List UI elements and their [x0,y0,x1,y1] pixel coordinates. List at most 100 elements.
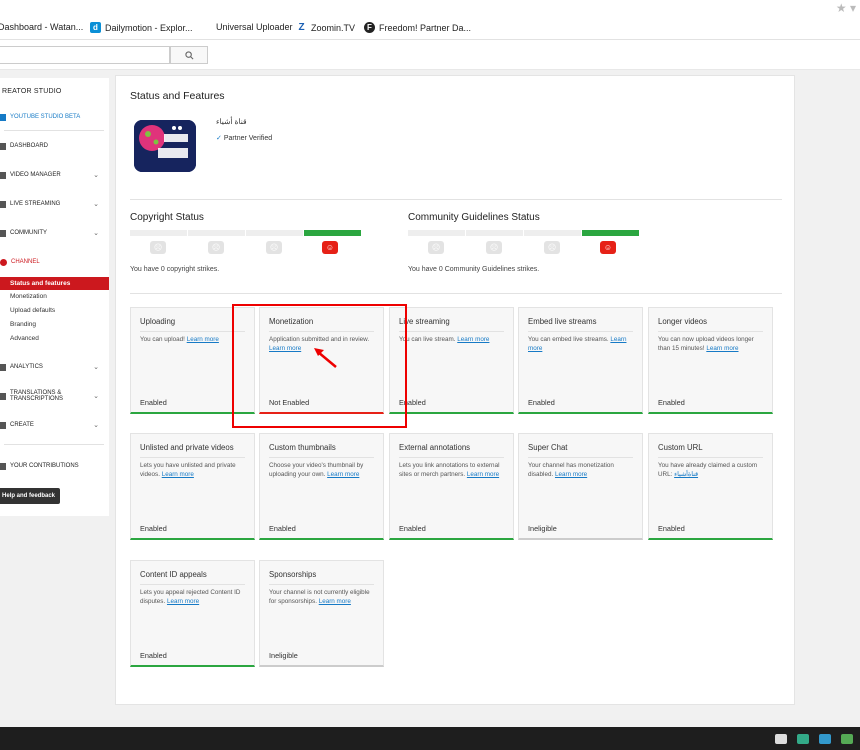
feature-status: Ineligible [528,524,557,533]
sidebar-item-dashboard[interactable]: DASHBOARD [0,139,109,153]
chevron-down-icon: ⌄ [93,422,99,429]
sidebar-item-live-streaming[interactable]: LIVE STREAMING ⌄ [0,197,109,211]
learn-more-link[interactable]: Learn more [555,471,587,478]
feature-title: External annotations [399,443,471,452]
network-icon[interactable] [797,734,809,744]
sidebar-title: REATOR STUDIO [2,88,62,95]
learn-more-link[interactable]: Learn more [467,471,499,478]
checkmark-icon: ✓ [216,135,222,142]
bookmark-dailymotion[interactable]: d Dailymotion - Explor... [90,22,193,33]
live-streaming-icon [0,200,6,208]
bookmark-freedom[interactable]: F Freedom! Partner Da... [364,22,471,33]
bookmarks-bar: Dashboard - Watan... d Dailymotion - Exp… [0,18,860,40]
help-and-feedback-button[interactable]: Help and feedback [0,488,60,504]
feature-divider [658,457,763,458]
chevron-down-icon: ⌄ [93,230,99,237]
sidebar-divider [4,130,104,131]
feature-status: Enabled [658,524,685,533]
feature-status: Enabled [140,524,167,533]
bookmark-label: Zoomin.TV [311,22,356,33]
channel-avatar[interactable] [134,120,196,172]
section-divider [130,293,782,294]
learn-more-link[interactable]: Learn more [457,336,489,343]
happy-face-icon: ☺ [600,241,616,254]
learn-more-link[interactable]: Learn more [327,471,359,478]
app-tray-icon[interactable] [819,734,831,744]
learn-more-link[interactable]: Learn more [167,598,199,605]
feature-status: Enabled [399,524,426,533]
feature-divider [269,457,374,458]
usb-device-icon[interactable] [775,734,787,744]
bookmark-label: Universal Uploader [216,22,293,32]
sidebar-item-youtube-studio-beta[interactable]: YOUTUBE STUDIO BETA [0,110,109,124]
dailymotion-icon: d [90,22,101,33]
feature-card: Custom thumbnails Choose your video's thu… [259,433,384,540]
bookmark-dashboard[interactable]: Dashboard - Watan... [0,22,83,32]
channel-logo-icon [134,120,196,172]
feature-title: Embed live streams [528,317,597,326]
sidebar-item-label: CREATE [10,422,34,428]
chevron-down-icon: ⌄ [93,393,99,400]
sidebar-item-translations[interactable]: TRANSLATIONS & TRANSCRIPTIONS ⌄ [0,388,109,404]
sidebar-subitem-upload-defaults[interactable]: Upload defaults [0,304,109,317]
feature-divider [399,457,504,458]
bookmark-label: Freedom! Partner Da... [379,22,472,33]
feature-card: Longer videos You can now upload videos l… [648,307,773,414]
strike-segment [524,230,581,236]
video-manager-icon [0,171,6,179]
sidebar-item-community[interactable]: COMMUNITY ⌄ [0,226,109,240]
sidebar-item-channel[interactable]: CHANNEL [0,255,109,269]
feature-description: Choose your video's thumbnail by uploadi… [269,462,375,479]
feature-card: Live streaming You can live stream. Learn… [389,307,514,414]
feature-description: Lets you link annotations to external si… [399,462,505,479]
sidebar-subitem-branding[interactable]: Branding [0,318,109,331]
learn-more-link[interactable]: Learn more [706,345,738,352]
sidebar-item-analytics[interactable]: ANALYTICS ⌄ [0,360,109,374]
feature-card: Embed live streams You can embed live str… [518,307,643,414]
sidebar-item-label: COMMUNITY [10,230,47,236]
search-input[interactable] [0,46,170,64]
chevron-down-icon: ⌄ [93,364,99,371]
feature-description: You can now upload videos longer than 15… [658,336,764,353]
sidebar-divider [4,444,104,445]
feature-title: Custom URL [658,443,703,452]
sad-face-icon: ☹ [208,241,224,254]
chevron-down-icon: ⌄ [93,172,99,179]
sidebar-item-label: CHANNEL [11,259,40,265]
feature-description: Lets you have unlisted and private video… [140,462,246,479]
translations-icon [0,392,6,400]
learn-more-link[interactable]: Learn more [187,336,219,343]
sidebar-item-create[interactable]: CREATE ⌄ [0,418,109,432]
feature-description: You have already claimed a custom URL: ق… [658,462,764,479]
feature-title: Custom thumbnails [269,443,336,452]
learn-more-link[interactable]: Learn more [319,598,351,605]
sidebar-item-video-manager[interactable]: VIDEO MANAGER ⌄ [0,168,109,182]
sad-face-icon: ☹ [266,241,282,254]
feature-title: Super Chat [528,443,568,452]
bookmark-universal-uploader[interactable]: Universal Uploader [216,22,293,32]
strike-segment [188,230,245,236]
feature-description: You can embed live streams. Learn more [528,336,634,353]
bookmark-star-icon[interactable]: ★ ▾ [836,1,856,15]
sidebar-subitem-advanced[interactable]: Advanced [0,332,109,345]
bookmark-zoomin[interactable]: Z Zoomin.TV [296,22,355,33]
sidebar-subitem-monetization[interactable]: Monetization [0,290,109,303]
learn-more-link[interactable]: Learn more [162,471,194,478]
strike-segment [408,230,465,236]
sidebar-item-your-contributions[interactable]: YOUR CONTRIBUTIONS [0,459,109,473]
learn-more-link[interactable]: قناةأشياء [674,471,698,478]
feature-divider [140,584,245,585]
nvidia-icon[interactable] [841,734,853,744]
community-strike-bar [408,230,640,236]
community-status-title: Community Guidelines Status [408,212,540,223]
strike-segment [130,230,187,236]
windows-taskbar [0,727,860,750]
feature-card: Content ID appeals Lets you appeal reject… [130,560,255,667]
search-button[interactable] [170,46,208,64]
feature-title: Content ID appeals [140,570,207,579]
sidebar-subitem-status-and-features[interactable]: Status and features [0,277,109,290]
sidebar-item-label: DASHBOARD [10,143,49,149]
copyright-status-title: Copyright Status [130,212,204,223]
sad-face-icon: ☹ [150,241,166,254]
feature-status: Enabled [658,398,685,407]
